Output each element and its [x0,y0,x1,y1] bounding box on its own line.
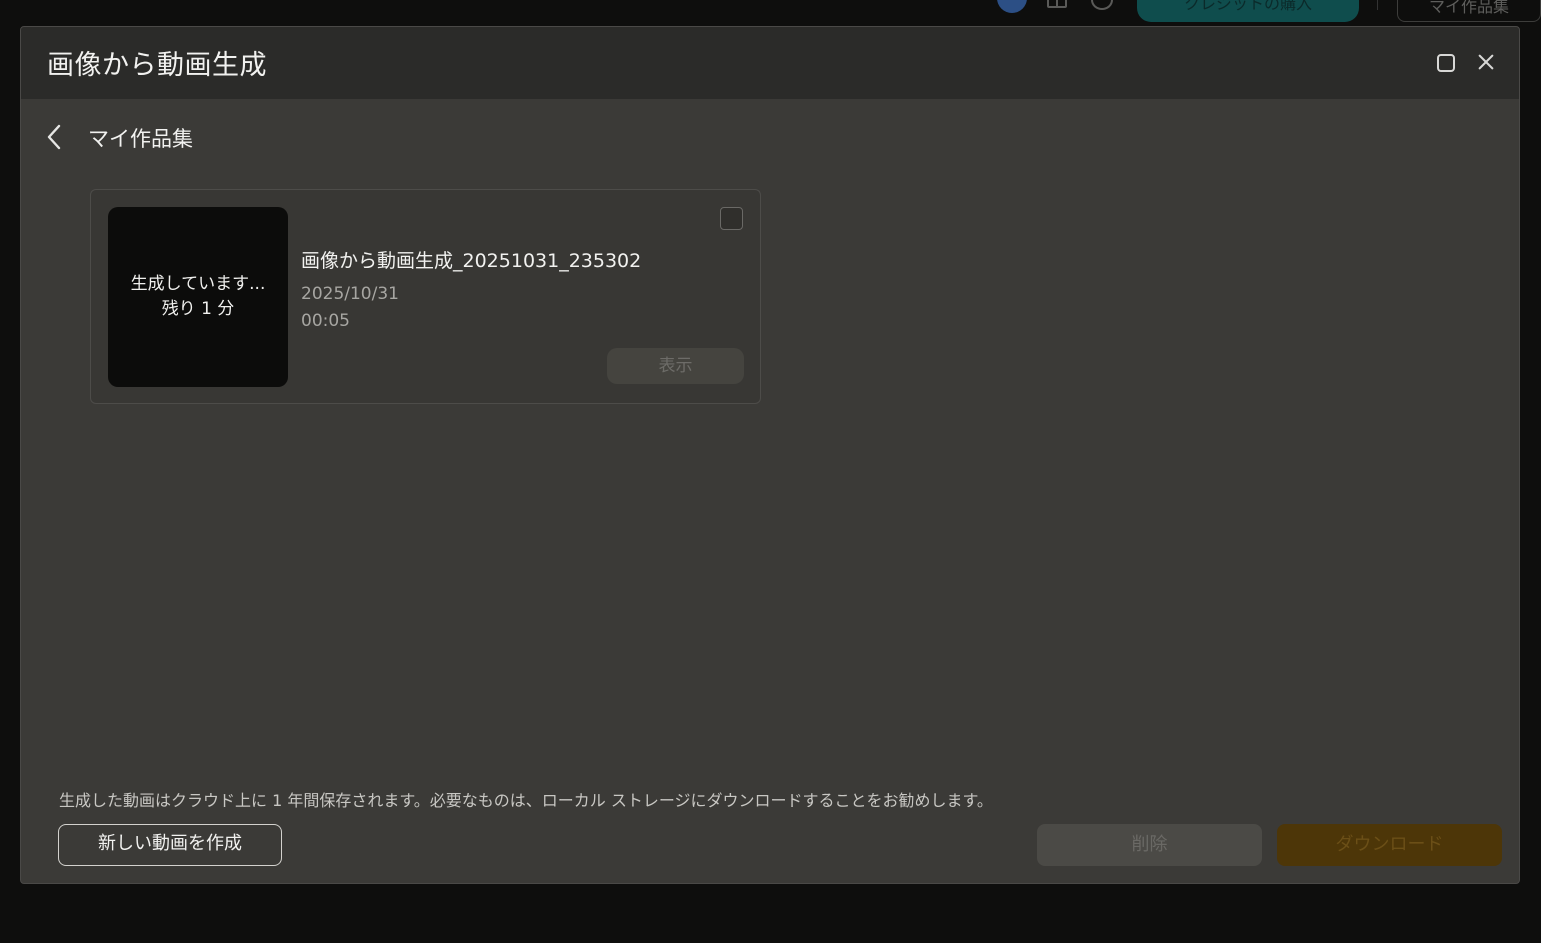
work-name: 画像から動画生成_20251031_235302 [301,250,642,272]
download-button[interactable]: ダウンロード [1277,824,1502,866]
select-checkbox[interactable] [720,207,743,230]
toolbar-divider [1377,0,1378,10]
video-thumbnail[interactable]: 生成しています... 残り 1 分 [108,207,288,387]
buy-credits-button[interactable]: クレジットの購入 [1137,0,1359,22]
background-app-toolbar: クレジットの購入 マイ作品集 [0,0,1541,26]
dialog-title: 画像から動画生成 [47,50,267,81]
generation-status: 生成しています... [130,274,266,294]
page-title: マイ作品集 [88,127,193,151]
work-duration: 00:05 [301,311,350,331]
create-new-video-button[interactable]: 新しい動画を作成 [58,824,282,866]
layout-icon[interactable] [1047,0,1067,8]
account-avatar-icon[interactable] [997,0,1027,13]
maximize-icon[interactable] [1437,54,1455,72]
work-date: 2025/10/31 [301,284,399,304]
work-card[interactable]: 生成しています... 残り 1 分 画像から動画生成_20251031_2353… [90,189,761,404]
storage-notice: 生成した動画はクラウド上に 1 年間保存されます。必要なものは、ローカル ストレ… [59,791,993,810]
view-button[interactable]: 表示 [607,348,744,384]
my-works-button[interactable]: マイ作品集 [1397,0,1541,22]
dialog-titlebar: 画像から動画生成 [21,27,1519,99]
delete-button[interactable]: 削除 [1037,824,1262,866]
back-chevron-icon[interactable] [43,123,67,151]
close-icon[interactable] [1475,51,1497,73]
image-to-video-dialog: 画像から動画生成 マイ作品集 生成しています... 残り 1 分 画像から動画生… [20,26,1520,884]
refresh-icon[interactable] [1091,0,1113,10]
remaining-time: 残り 1 分 [161,299,235,319]
